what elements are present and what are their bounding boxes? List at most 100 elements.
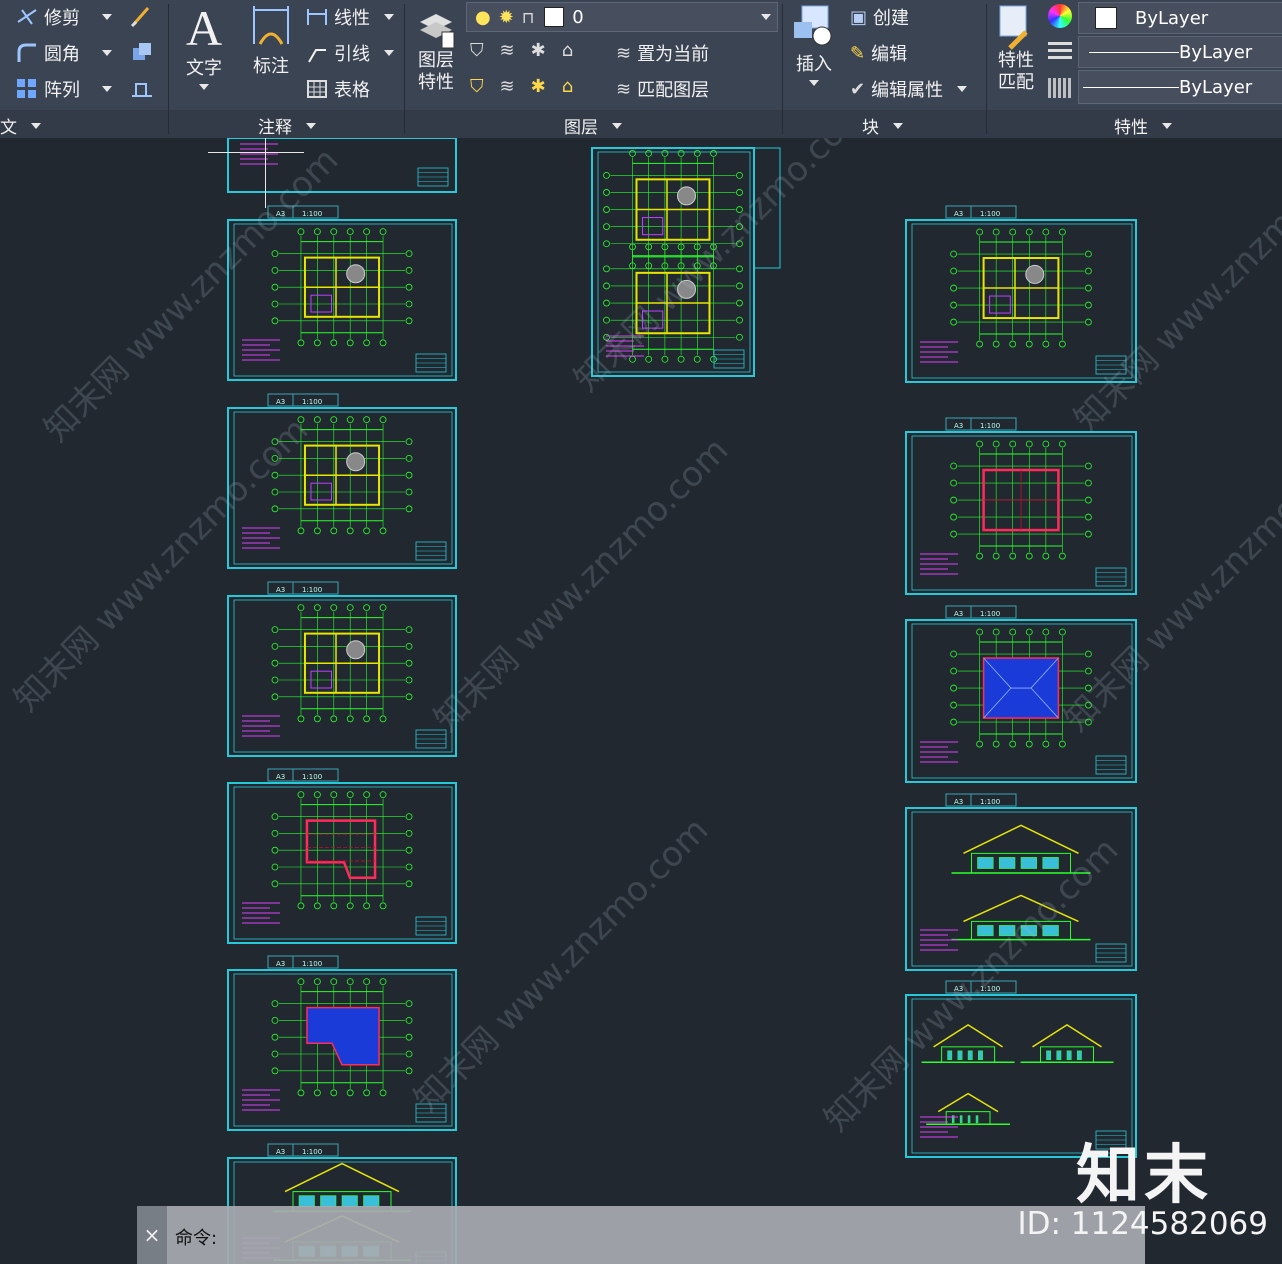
- axis-bubble: [271, 488, 279, 496]
- lineweight-icon[interactable]: [1048, 42, 1072, 62]
- insert-button[interactable]: 插入: [792, 4, 836, 86]
- edit-block-button[interactable]: ✎ 编辑: [850, 40, 907, 66]
- chevron-down-icon[interactable]: [384, 50, 394, 56]
- array-button[interactable]: 阵列: [16, 76, 112, 102]
- axis-bubble: [405, 676, 413, 684]
- brand-id: ID: 1124582069: [1017, 1206, 1268, 1242]
- chevron-down-icon[interactable]: [102, 14, 112, 20]
- layer-dropdown[interactable]: ● ✹ ⊓ 0: [466, 2, 778, 32]
- dimension-button[interactable]: 标注: [250, 4, 292, 78]
- linear-button[interactable]: 线性: [306, 4, 394, 30]
- sheet-size-label: A3: [954, 210, 963, 218]
- window: [977, 857, 994, 869]
- match-properties-button[interactable]: 特性 匹配: [994, 4, 1038, 94]
- lineweight-dropdown[interactable]: ByLayer: [1078, 36, 1282, 68]
- axis-bubble: [1085, 496, 1092, 504]
- axis-bubble: [363, 527, 371, 535]
- axis-bubble: [1025, 440, 1033, 448]
- furniture-circle: [677, 186, 696, 206]
- close-icon[interactable]: ×: [137, 1206, 167, 1264]
- axis-bubble: [346, 902, 354, 910]
- dimension-icon: [250, 4, 292, 52]
- sheet-size-label: A3: [276, 960, 285, 968]
- axis-bubble: [405, 693, 413, 701]
- axis-bubble: [1059, 628, 1066, 636]
- copy-3d-icon[interactable]: [130, 40, 152, 62]
- roof-plan: [306, 1006, 380, 1066]
- chevron-down-icon[interactable]: [102, 86, 112, 92]
- command-prompt: 命令:: [175, 1228, 218, 1249]
- set-current-button[interactable]: ≋ 置为当前: [616, 40, 709, 66]
- table-button[interactable]: 表格: [306, 76, 370, 102]
- axis-bubble: [313, 978, 321, 985]
- sheet-scale-label: 1:100: [980, 610, 1000, 618]
- stretch-icon[interactable]: [130, 76, 152, 98]
- linetype-dropdown[interactable]: ByLayer: [1078, 70, 1282, 104]
- axis-bubble: [346, 527, 354, 535]
- chevron-down-icon: [199, 84, 210, 90]
- chevron-down-icon[interactable]: [384, 14, 394, 20]
- chevron-down-icon[interactable]: [102, 50, 112, 56]
- layer-properties-button[interactable]: 图层 特性: [414, 4, 458, 94]
- axis-bubble: [405, 880, 413, 888]
- insert-label: 插入: [796, 54, 832, 75]
- color-dropdown[interactable]: ByLayer: [1078, 2, 1282, 34]
- axis-bubble: [736, 316, 743, 324]
- leader-icon: [306, 42, 328, 64]
- axis-bubble: [405, 846, 413, 854]
- layer-thaw-icon[interactable]: ✱: [531, 76, 546, 97]
- layers-panel-title[interactable]: 图层: [564, 113, 622, 138]
- layer-lock-icon[interactable]: ⌂: [562, 40, 573, 61]
- layer-on-icon[interactable]: ⛉: [470, 76, 484, 97]
- linetype-icon[interactable]: [1048, 78, 1072, 98]
- trim-button[interactable]: 修剪: [16, 4, 112, 30]
- modify-panel-title[interactable]: 文: [0, 113, 41, 138]
- axis-bubble: [363, 902, 371, 910]
- layer-off-icon[interactable]: ⛉: [470, 40, 484, 61]
- axis-bubble: [330, 604, 338, 612]
- axis-bubble: [297, 978, 305, 985]
- brush-icon[interactable]: [130, 4, 152, 28]
- layer-freeze-icon[interactable]: ✱: [531, 40, 546, 61]
- drawing-canvas[interactable]: A3 1:100 A3 1:100 A3 1:100 A3 1:100 A3 1:100 A3 1:1…: [0, 138, 1282, 1264]
- layer-isolate-icon[interactable]: ≋: [500, 40, 515, 61]
- bulb-icon: ●: [475, 6, 491, 28]
- axis-bubble: [950, 318, 957, 326]
- leader-button[interactable]: 引线: [306, 40, 394, 66]
- axis-bubble: [271, 1000, 279, 1007]
- axis-bubble: [405, 266, 413, 274]
- array-label: 阵列: [44, 80, 80, 101]
- fillet-button[interactable]: 圆角: [16, 40, 112, 66]
- layer-unlock-icon[interactable]: ⌂: [562, 76, 573, 97]
- axis-bubble: [603, 265, 610, 273]
- axis-bubble: [313, 1089, 321, 1097]
- chevron-down-icon[interactable]: [957, 86, 968, 92]
- block-panel-title[interactable]: 块: [862, 113, 903, 138]
- axis-bubble: [405, 300, 413, 308]
- create-block-button[interactable]: ▣ 创建: [850, 4, 909, 30]
- command-line[interactable]: × 命令:: [137, 1206, 1145, 1264]
- axis-bubble: [271, 250, 279, 257]
- axis-bubble: [271, 880, 279, 888]
- layer-unisolate-icon[interactable]: ≋: [500, 76, 515, 97]
- properties-panel-title[interactable]: 特性: [1114, 113, 1172, 138]
- sheet-scale-label: 1:100: [302, 586, 322, 594]
- text-label: 文字: [186, 58, 223, 79]
- window: [1056, 1050, 1062, 1060]
- axis-bubble: [313, 715, 321, 723]
- annotation-panel-title[interactable]: 注释: [258, 113, 316, 138]
- axis-bubble: [379, 791, 387, 798]
- edit-attributes-button[interactable]: ✔ 编辑属性: [850, 76, 968, 102]
- axis-bubble: [271, 283, 279, 291]
- match-layer-button[interactable]: ≋ 匹配图层: [616, 76, 709, 102]
- text-button[interactable]: A 文字: [186, 2, 222, 90]
- axis-bubble: [1009, 440, 1017, 448]
- axis-bubble: [346, 791, 354, 798]
- axis-bubble: [405, 1050, 413, 1058]
- axis-bubble: [313, 527, 321, 535]
- axis-bubble: [1042, 228, 1050, 236]
- axis-bubble: [992, 552, 1000, 560]
- axis-bubble: [297, 527, 305, 535]
- color-wheel-icon[interactable]: [1048, 4, 1072, 28]
- axis-bubble: [1085, 479, 1092, 487]
